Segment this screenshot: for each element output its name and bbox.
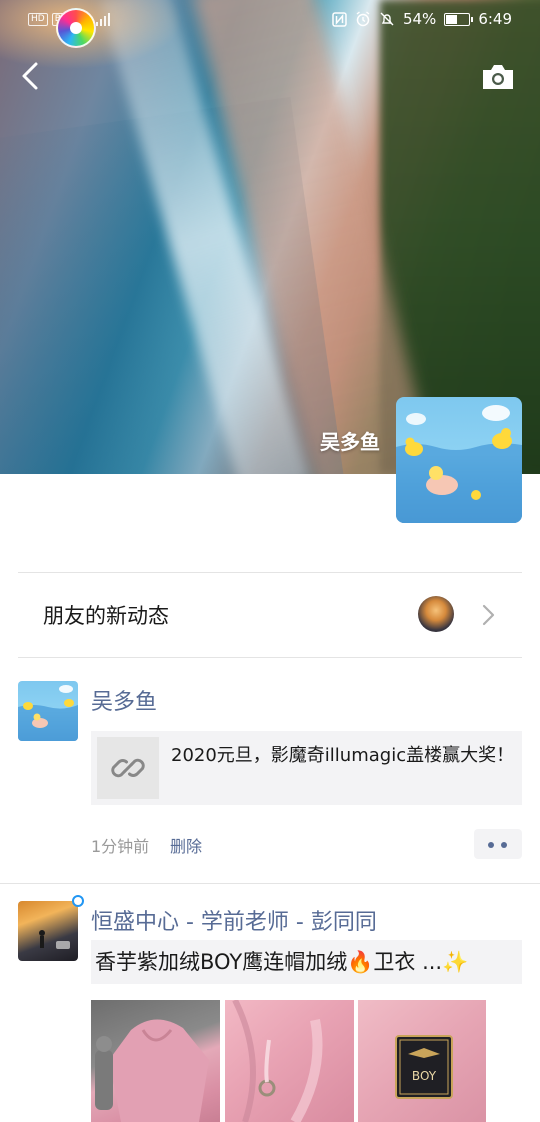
duck-picture xyxy=(18,685,78,741)
moments-page: HD B 54% 6:49 吴多鱼 xyxy=(0,0,540,1122)
signal-icon xyxy=(95,12,110,26)
link-card[interactable]: 2020元旦，影魔奇illumagic盖楼赢大奖！ xyxy=(91,731,522,805)
post-author[interactable]: 吴多鱼 xyxy=(91,684,157,716)
camera-icon xyxy=(483,65,513,89)
post-author[interactable]: 恒盛中心 - 学前老师 - 彭同同 xyxy=(91,904,377,936)
chevron-right-icon xyxy=(482,604,495,626)
section-divider xyxy=(18,657,522,658)
link-title: 2020元旦，影魔奇illumagic盖楼赢大奖！ xyxy=(171,745,515,766)
fabric-picture xyxy=(232,1000,323,1122)
post-photo[interactable] xyxy=(225,1000,354,1122)
chevron-left-icon xyxy=(22,62,38,90)
online-indicator xyxy=(72,895,84,907)
friends-updates-title: 朋友的新动态 xyxy=(43,604,169,628)
battery-icon xyxy=(444,12,474,26)
post-avatar[interactable] xyxy=(18,681,78,741)
friend-avatar xyxy=(418,596,454,632)
clock: 6:49 xyxy=(478,10,512,28)
post-divider xyxy=(0,883,540,884)
status-bar: HD B 54% 6:49 xyxy=(0,0,540,48)
profile-name: 吴多鱼 xyxy=(320,430,380,454)
post-text: 香芋紫加绒BOY鹰连帽加绒🔥卫衣 ...✨ xyxy=(91,940,522,984)
person-silhouette xyxy=(39,930,70,949)
more-dots-icon xyxy=(488,842,494,848)
profile-avatar[interactable] xyxy=(396,397,522,523)
post-photo[interactable]: BOY xyxy=(358,1000,486,1122)
hoodie-picture xyxy=(95,1019,209,1122)
back-button[interactable] xyxy=(14,58,50,94)
battery-percent: 54% xyxy=(402,10,437,28)
link-icon xyxy=(111,758,145,778)
hd-badge: HD xyxy=(28,12,48,26)
post-time: 1分钟前 xyxy=(91,837,150,856)
status-right: 54% 6:49 xyxy=(332,10,512,28)
more-button[interactable] xyxy=(474,829,522,859)
post-avatar[interactable] xyxy=(18,901,78,961)
friends-updates-row[interactable]: 朋友的新动态 xyxy=(0,572,540,658)
nfc-icon xyxy=(332,11,347,27)
more-dots-icon xyxy=(501,842,507,848)
link-thumbnail xyxy=(97,737,159,799)
alarm-icon xyxy=(356,11,370,27)
badge-picture: BOY xyxy=(395,1035,453,1099)
badge-text: BOY xyxy=(412,1069,437,1083)
app-logo-icon xyxy=(56,8,96,48)
camera-button[interactable] xyxy=(480,62,516,92)
mute-icon xyxy=(380,12,394,26)
delete-button[interactable]: 删除 xyxy=(170,833,202,857)
duck-picture xyxy=(396,405,522,523)
post-photo[interactable] xyxy=(91,1000,220,1122)
